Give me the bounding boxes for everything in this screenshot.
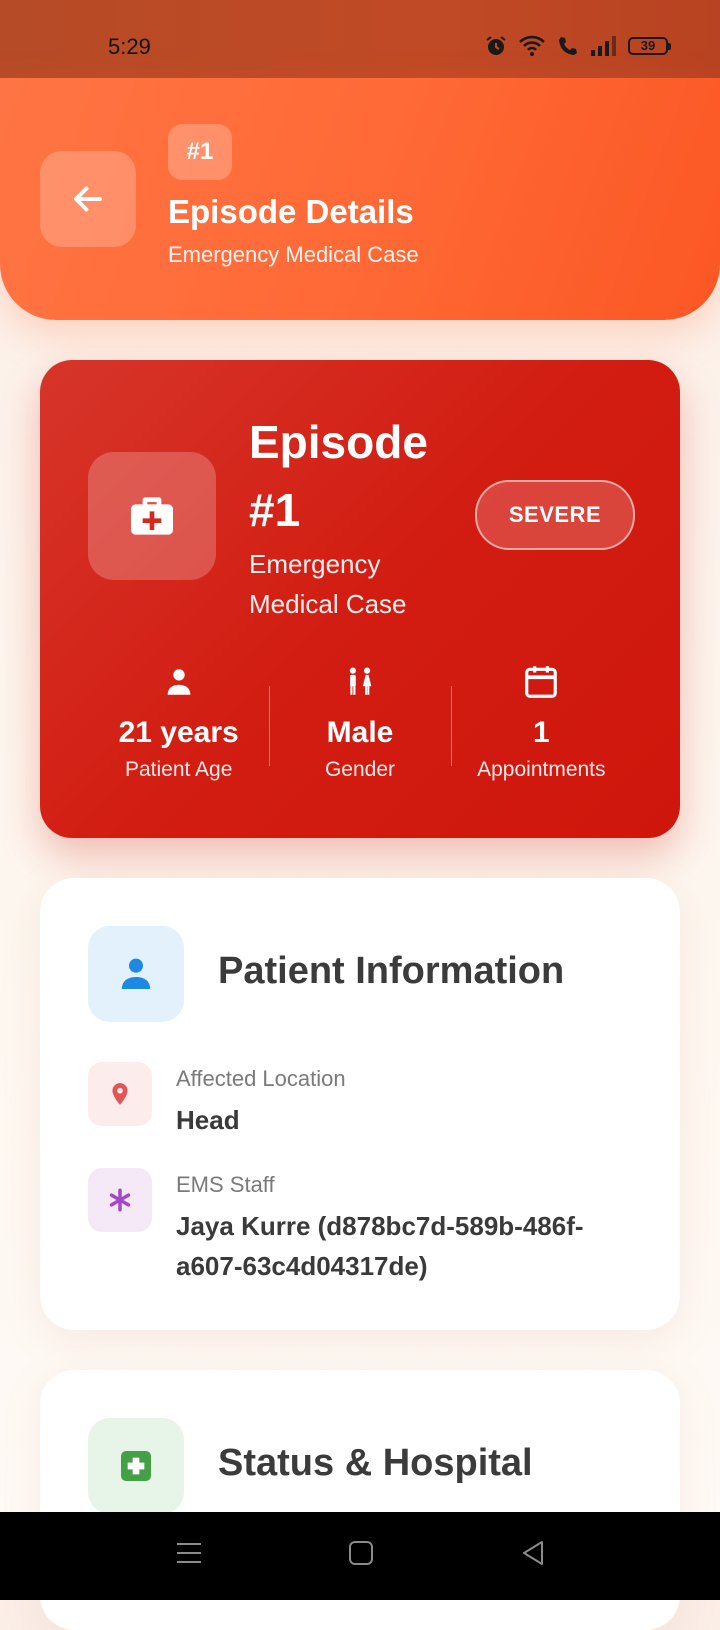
- system-nav-bar: [0, 1512, 720, 1600]
- back-button[interactable]: [40, 151, 136, 247]
- battery-icon: 39: [628, 37, 671, 55]
- episode-title: Episode #1: [249, 408, 469, 544]
- signal-icon: [591, 36, 616, 56]
- hospital-cross-icon: [121, 1451, 151, 1481]
- status-icons: 39: [484, 34, 671, 58]
- severity-badge: SEVERE: [475, 480, 635, 550]
- stat-gender: Male Gender: [269, 662, 450, 792]
- app-header: #1 Episode Details Emergency Medical Cas…: [0, 78, 720, 320]
- patient-icon-tile: [88, 926, 184, 1022]
- menu-icon[interactable]: [176, 1538, 202, 1568]
- alarm-icon: [486, 36, 506, 55]
- ems-staff-label: EMS Staff: [176, 1172, 275, 1197]
- stat-appointments-label: Appointments: [477, 758, 606, 781]
- affected-location-label: Affected Location: [176, 1066, 346, 1091]
- status-time: 5:29: [108, 34, 151, 59]
- person-icon: [167, 669, 190, 695]
- affected-location-value: Head: [176, 1105, 240, 1135]
- episode-subtitle: Emergency Medical Case: [249, 544, 469, 624]
- patient-information-title: Patient Information: [218, 950, 565, 992]
- episode-chip: #1: [168, 124, 232, 180]
- episode-subtitle-line2: Medical Case: [249, 589, 407, 619]
- stat-gender-label: Gender: [324, 758, 396, 781]
- episode-title-line2: #1: [249, 484, 301, 536]
- episode-title-line1: Episode: [249, 416, 428, 468]
- wifi-call-icon: [559, 37, 577, 55]
- location-pin-icon: [112, 1083, 128, 1105]
- episode-summary-card: Episode #1 Emergency Medical Case SEVERE…: [40, 360, 680, 838]
- stats-row: 21 years Patient Age Male Gender 1 Appoi…: [88, 662, 632, 792]
- ems-icon-tile: [88, 1168, 152, 1232]
- home-icon[interactable]: [348, 1538, 374, 1568]
- page-subtitle: Emergency Medical Case: [168, 242, 419, 267]
- stat-appointments: 1 Appointments: [450, 662, 632, 792]
- person-icon: [121, 958, 151, 989]
- medical-kit-tile: [88, 452, 216, 580]
- wifi-icon: [519, 35, 545, 56]
- status-bar: 5:29 39: [0, 0, 720, 78]
- stat-gender-value: Male: [326, 716, 394, 749]
- status-icon-tile: [88, 1418, 184, 1514]
- episode-subtitle-line1: Emergency: [249, 549, 381, 579]
- medical-kit-icon: [131, 497, 173, 535]
- status-hospital-title: Status & Hospital: [218, 1442, 533, 1484]
- stat-appointments-value: 1: [532, 716, 550, 749]
- stat-age: 21 years Patient Age: [88, 662, 269, 792]
- patient-information-card: Patient Information Affected Location He…: [40, 878, 680, 1330]
- stat-age-label: Patient Age: [124, 758, 233, 781]
- back-nav-icon[interactable]: [520, 1538, 546, 1568]
- asterisk-icon: [109, 1188, 131, 1212]
- stat-age-value: 21 years: [118, 716, 239, 749]
- gender-icon: [349, 667, 372, 695]
- calendar-icon: [525, 666, 558, 698]
- ems-staff-value: Jaya Kurre (d878bc7d-589b-486f-a607-63c4…: [176, 1211, 584, 1281]
- arrow-left-icon: [74, 186, 102, 212]
- location-icon-tile: [88, 1062, 152, 1126]
- page-title: Episode Details: [168, 193, 414, 230]
